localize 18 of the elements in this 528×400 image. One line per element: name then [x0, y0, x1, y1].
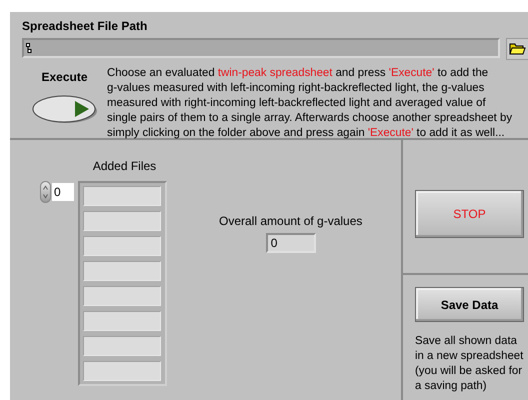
execute-button[interactable] — [32, 94, 98, 124]
save-button[interactable]: Save Data — [415, 287, 524, 322]
save-note-text: Save all shown data — [415, 334, 517, 349]
path-field[interactable] — [22, 38, 500, 58]
overall-value: 0 — [266, 233, 316, 253]
path-label: Spreadsheet File Path — [22, 18, 148, 35]
browse-button[interactable] — [506, 38, 528, 60]
execute-label: Execute — [41, 69, 88, 86]
save-note-text: (you will be asked for — [415, 364, 522, 379]
overall-label: Overall amount of g-values — [219, 213, 362, 230]
index-spinner[interactable] — [40, 181, 51, 203]
folder-icon — [509, 43, 526, 55]
save-note-text: a saving path) — [415, 379, 487, 394]
instructions-text: Choose an evaluated twin-peak spreadsheet and press 'Execute' to add the g-values measured with left-incoming right-backreflected light, the g-values measured with right-incoming left-backreflected light and averaged value of single pairs of them to a single array. Afterwards choose another spreadsheet by simply clicking on the folder above and press again 'Execute' to add it as well... — [107, 66, 512, 141]
index-field[interactable]: 0 — [52, 183, 74, 201]
array-label: Added Files — [92, 158, 156, 175]
save-note-text: in a new spreadsheet — [415, 349, 524, 364]
path-icon — [26, 43, 32, 53]
